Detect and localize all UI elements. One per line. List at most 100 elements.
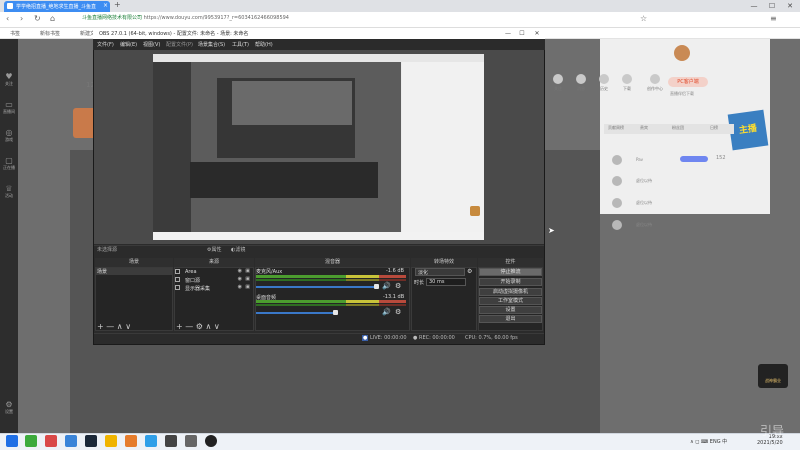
rank-tab[interactable]: 贡献周榜 (608, 125, 624, 131)
mixer-track-db: -1.6 dB (386, 268, 404, 274)
app-icon[interactable] (65, 435, 77, 447)
transition-select[interactable]: 淡化 (415, 268, 465, 276)
reload-icon[interactable]: ↻ (34, 14, 41, 23)
gear-icon[interactable]: ⚙ (395, 282, 401, 290)
exit-button[interactable]: 退出 (479, 315, 542, 323)
browser-tab[interactable]: 学学绝招直播_绝地求生直播_斗鱼直 × (4, 1, 110, 12)
new-tab-button[interactable]: + (114, 0, 121, 9)
header-messages[interactable]: 消息 (570, 74, 592, 92)
rank-row[interactable]: 虚位以待 (606, 174, 746, 189)
eye-icon[interactable]: ◉ (238, 268, 242, 274)
virtual-camera-button[interactable]: 启动虚拟摄像机 (479, 288, 542, 296)
menu-icon[interactable]: ≡ (770, 14, 777, 23)
nav-room[interactable]: ▭ 直播间 (0, 100, 18, 115)
app-icon[interactable] (105, 435, 117, 447)
source-item[interactable]: 窗口源 ◉ ▣ (175, 276, 251, 284)
forward-icon[interactable]: › (20, 14, 23, 23)
close-tab-icon[interactable]: × (103, 2, 108, 9)
scene-item[interactable]: 场景 (96, 268, 172, 275)
obs-icon[interactable] (205, 435, 217, 447)
sources-toolbar[interactable]: + — ⚙ ∧ ∨ (176, 322, 220, 331)
nav-live[interactable]: ▢ 正在播 (0, 156, 18, 171)
clock-date: 2021/5/20 (757, 440, 783, 446)
rank-row[interactable]: 虚位以待 (606, 218, 746, 233)
header-history[interactable]: 历史 (593, 74, 615, 92)
volume-meter (256, 300, 406, 303)
source-item[interactable]: 显示器采集 ◉ ▣ (175, 284, 251, 292)
speaker-icon[interactable]: 🔊 (382, 308, 391, 316)
gear-icon[interactable]: ⚙ (467, 268, 472, 275)
pc-download-link[interactable]: 直播伴侣下载 (670, 91, 694, 97)
menu-edit[interactable]: 编辑(E) (120, 41, 137, 48)
volume-slider-knob[interactable] (333, 310, 338, 315)
obs-close-button[interactable]: ✕ (530, 28, 544, 39)
volume-slider[interactable] (256, 286, 378, 288)
start-icon[interactable] (6, 435, 18, 447)
volume-slider-knob[interactable] (374, 284, 379, 289)
volume-meter (256, 304, 406, 306)
stop-streaming-button[interactable]: 停止推流 (479, 268, 542, 276)
start-recording-button[interactable]: 开始录制 (479, 278, 542, 286)
user-avatar[interactable] (674, 45, 690, 61)
no-source-selected: 未选择源 (97, 247, 118, 253)
header-follow[interactable]: 关注 (547, 74, 569, 92)
system-tray[interactable]: ∧ ◻ ⌨ ENG 中 (690, 438, 727, 445)
eye-icon[interactable]: ◉ (238, 276, 242, 282)
obs-maximize-button[interactable]: ☐ (515, 28, 529, 39)
settings-button[interactable]: 设置 (479, 306, 542, 314)
rank-tab[interactable]: 粉丝团 (672, 125, 684, 131)
pc-client-button[interactable]: PC客户端 (668, 77, 708, 87)
source-toolbar (94, 245, 544, 255)
rank-tab[interactable]: 日榜 (710, 125, 718, 131)
menu-tools[interactable]: 工具(T) (232, 41, 249, 48)
download-icon (622, 74, 632, 84)
obs-minimize-button[interactable]: — (501, 28, 515, 39)
gear-icon[interactable]: ⚙ (395, 308, 401, 316)
browser-icon[interactable] (145, 435, 157, 447)
volume-slider[interactable] (256, 312, 336, 314)
bookmark-item[interactable]: 新标书签 (40, 30, 60, 37)
bookmark-item[interactable]: 书签 (10, 30, 20, 37)
extension-icon[interactable]: ☆ (640, 14, 647, 23)
menu-file[interactable]: 文件(F) (97, 41, 114, 48)
minimize-button[interactable]: — (745, 0, 763, 12)
nav-follow[interactable]: ♥ 关注 (0, 72, 18, 87)
back-icon[interactable]: ‹ (6, 14, 9, 23)
live-icon: ▢ (5, 156, 13, 165)
filters-button[interactable]: ◐滤镜 (231, 246, 245, 253)
lock-icon[interactable]: ▣ (245, 276, 250, 282)
steam-icon[interactable] (85, 435, 97, 447)
maximize-button[interactable]: ☐ (763, 0, 781, 12)
rank-row[interactable]: 虚位以待 (606, 196, 746, 211)
menu-view[interactable]: 视图(V) (143, 41, 160, 48)
nav-settings[interactable]: ⚙ 设置 (0, 400, 18, 415)
duration-input[interactable]: 30 ms (426, 278, 466, 286)
lock-icon[interactable]: ▣ (245, 268, 250, 274)
lock-icon[interactable]: ▣ (245, 284, 250, 290)
app-icon[interactable] (165, 435, 177, 447)
preview-nested-preview (232, 81, 352, 125)
rank-tab[interactable]: 贵宾 (640, 125, 648, 131)
home-icon[interactable]: ⌂ (50, 14, 55, 23)
studio-mode-button[interactable]: 工作室模式 (479, 297, 542, 305)
close-window-button[interactable]: ✕ (781, 0, 799, 12)
app-icon[interactable] (125, 435, 137, 447)
scenes-toolbar[interactable]: + — ∧ ∨ (97, 322, 131, 331)
menu-profile[interactable]: 配置文件(P) (166, 41, 193, 48)
app-icon[interactable] (45, 435, 57, 447)
app-icon[interactable] (185, 435, 197, 447)
menu-help[interactable]: 帮助(H) (255, 41, 273, 48)
source-item[interactable]: Area ◉ ▣ (175, 268, 251, 276)
nav-activity[interactable]: ♕ 活动 (0, 184, 18, 199)
speaker-icon[interactable]: 🔊 (382, 282, 391, 290)
preview-taskbar (153, 232, 484, 240)
gear-icon: ⚙ (5, 400, 13, 409)
header-download[interactable]: 下载 (616, 74, 638, 92)
properties-button[interactable]: ⚙属性 (207, 246, 222, 253)
nav-game[interactable]: ◎ 游戏 (0, 128, 18, 143)
wechat-icon[interactable] (25, 435, 37, 447)
url-field[interactable]: 斗鱼直播网络技术有限公司 https://www.douyu.com/99539… (82, 14, 289, 21)
header-creator[interactable]: 创作中心 (644, 74, 666, 92)
menu-scene-collection[interactable]: 场景集合(S) (198, 41, 225, 48)
eye-icon[interactable]: ◉ (238, 284, 242, 290)
